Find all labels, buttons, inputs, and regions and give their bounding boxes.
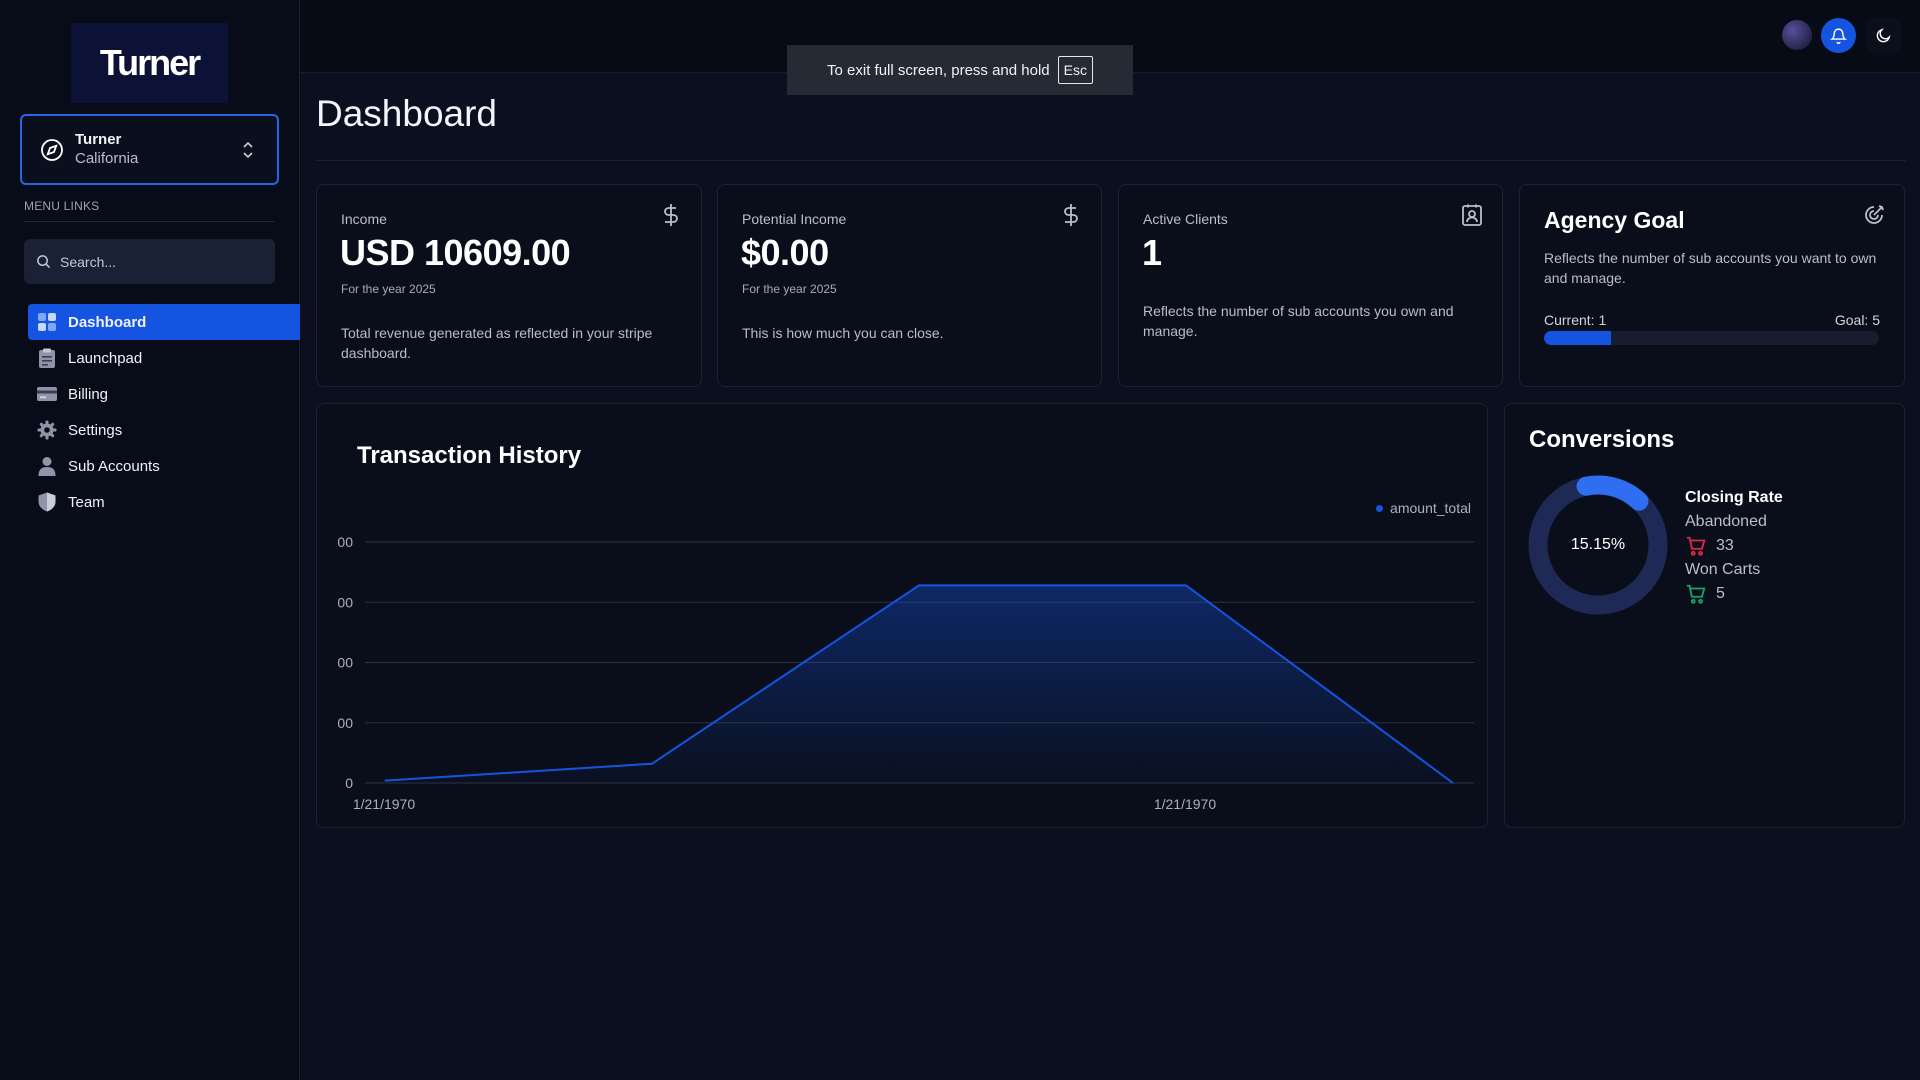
data-point (918, 584, 920, 586)
gear-icon (37, 420, 57, 440)
moon-icon (1876, 28, 1891, 43)
dashboard-icon (37, 312, 57, 332)
y-tick-label: 00 (337, 715, 353, 731)
agency-goal-card: Agency Goal Reflects the number of sub a… (1519, 184, 1905, 387)
sidebar-item-sub-accounts[interactable]: Sub Accounts (28, 448, 300, 484)
clipboard-icon (37, 348, 57, 368)
potential-income-value: $0.00 (741, 232, 829, 273)
sidebar-item-billing[interactable]: Billing (28, 376, 300, 412)
series-area (385, 585, 1453, 783)
agency-goal-description: Reflects the number of sub accounts you … (1544, 250, 1877, 286)
account-name: Turner (75, 131, 122, 148)
goal-progress-bar (1544, 331, 1879, 345)
income-value: USD 10609.00 (340, 232, 571, 273)
potential-income-label: Potential Income (742, 211, 847, 227)
income-card: Income USD 10609.00 For the year 2025 To… (316, 184, 702, 387)
title-divider (316, 160, 1906, 161)
income-description: Total revenue generated as reflected in … (341, 325, 653, 361)
income-period: For the year 2025 (341, 282, 436, 296)
search-input[interactable] (60, 253, 260, 270)
closing-rate-percent: 15.15% (1570, 536, 1626, 553)
goal-target-label: Goal: 5 (1834, 312, 1880, 328)
theme-toggle-button[interactable] (1866, 18, 1901, 53)
chevron-up-down-icon (243, 141, 253, 158)
page-title: Dashboard (316, 93, 498, 134)
logo-text: Turner (99, 42, 201, 83)
account-switcher[interactable]: Turner California (20, 114, 279, 185)
contact-icon (1462, 204, 1482, 226)
menu-divider (24, 221, 275, 222)
esc-key: Esc (1057, 56, 1093, 84)
cart-icon (1686, 584, 1706, 604)
sidebar-item-label: Billing (68, 385, 109, 403)
sidebar-item-label: Team (68, 493, 105, 511)
notifications-button[interactable] (1821, 18, 1856, 53)
won-count: 5 (1716, 585, 1725, 602)
sidebar-item-label: Launchpad (68, 349, 143, 367)
y-tick-label: 00 (337, 594, 353, 610)
data-point (384, 780, 386, 782)
income-label: Income (341, 211, 387, 227)
active-clients-card: Active Clients 1 Reflects the number of … (1118, 184, 1503, 387)
potential-income-period: For the year 2025 (742, 282, 837, 296)
compass-icon (41, 138, 63, 161)
data-point (651, 763, 653, 765)
transaction-history-card: Transaction History amount_total 00 00 00 0… (316, 403, 1488, 828)
dollar-icon (1064, 204, 1078, 226)
y-tick-label: 00 (337, 534, 353, 550)
goal-current-label: Current: 1 (1544, 312, 1607, 328)
active-clients-label: Active Clients (1143, 211, 1228, 227)
credit-card-icon (37, 384, 57, 404)
potential-income-card: Potential Income $0.00 For the year 2025… (717, 184, 1102, 387)
data-point (1452, 782, 1454, 784)
x-tick-label: 1/21/1970 (353, 796, 415, 812)
menu-heading: MENU LINKS (24, 199, 100, 213)
sidebar-item-launchpad[interactable]: Launchpad (28, 340, 300, 376)
search-box[interactable] (24, 239, 275, 284)
logo[interactable]: Turner (71, 23, 228, 103)
active-clients-value: 1 (1142, 232, 1162, 273)
abandoned-row: 33 (1685, 534, 1783, 558)
account-location: California (75, 150, 139, 167)
person-icon (37, 456, 57, 476)
transaction-chart: 0000000001/21/1970 1/21/1970 (337, 534, 1474, 812)
sidebar-nav: Dashboard Launchpad Billing Settings Sub… (28, 304, 300, 520)
dollar-icon (664, 204, 678, 226)
avatar[interactable] (1782, 20, 1812, 50)
sidebar: Turner Turner California MENU LINKS Dash… (0, 0, 300, 1080)
goal-progress-fill (1544, 331, 1611, 345)
abandoned-label: Abandoned (1685, 513, 1767, 530)
conversions-title: Conversions (1529, 426, 1675, 453)
search-icon (37, 255, 51, 269)
sidebar-item-team[interactable]: Team (28, 484, 300, 520)
won-carts-label: Won Carts (1685, 561, 1761, 578)
closing-rate-details: Closing Rate Abandoned 33 Won Carts 5 (1685, 486, 1783, 606)
agency-goal-title: Agency Goal (1544, 207, 1685, 233)
target-icon (1865, 205, 1884, 224)
x-tick-label: 1/21/1970 (1154, 796, 1216, 812)
closing-rate-title: Closing Rate (1685, 489, 1783, 506)
sidebar-item-settings[interactable]: Settings (28, 412, 300, 448)
fullscreen-notice-text: To exit full screen, press and hold (827, 61, 1050, 79)
cart-icon (1686, 536, 1706, 556)
y-tick-label: 00 (337, 655, 353, 671)
data-point (1185, 584, 1187, 586)
bell-icon (1830, 28, 1847, 44)
abandoned-count: 33 (1716, 537, 1734, 554)
y-tick-label: 0 (345, 775, 353, 791)
conversions-card: Conversions 15.15% Closing Rate Abandone… (1504, 403, 1905, 828)
active-clients-description: Reflects the number of sub accounts you … (1143, 303, 1454, 339)
sidebar-item-label: Settings (68, 421, 123, 439)
sidebar-item-label: Dashboard (68, 313, 147, 331)
won-row: 5 (1685, 582, 1783, 606)
sidebar-item-label: Sub Accounts (68, 457, 160, 475)
shield-icon (37, 492, 57, 512)
sidebar-item-dashboard[interactable]: Dashboard (28, 304, 300, 340)
potential-income-description: This is how much you can close. (742, 325, 944, 341)
fullscreen-notice: To exit full screen, press and hold Esc (787, 45, 1133, 95)
